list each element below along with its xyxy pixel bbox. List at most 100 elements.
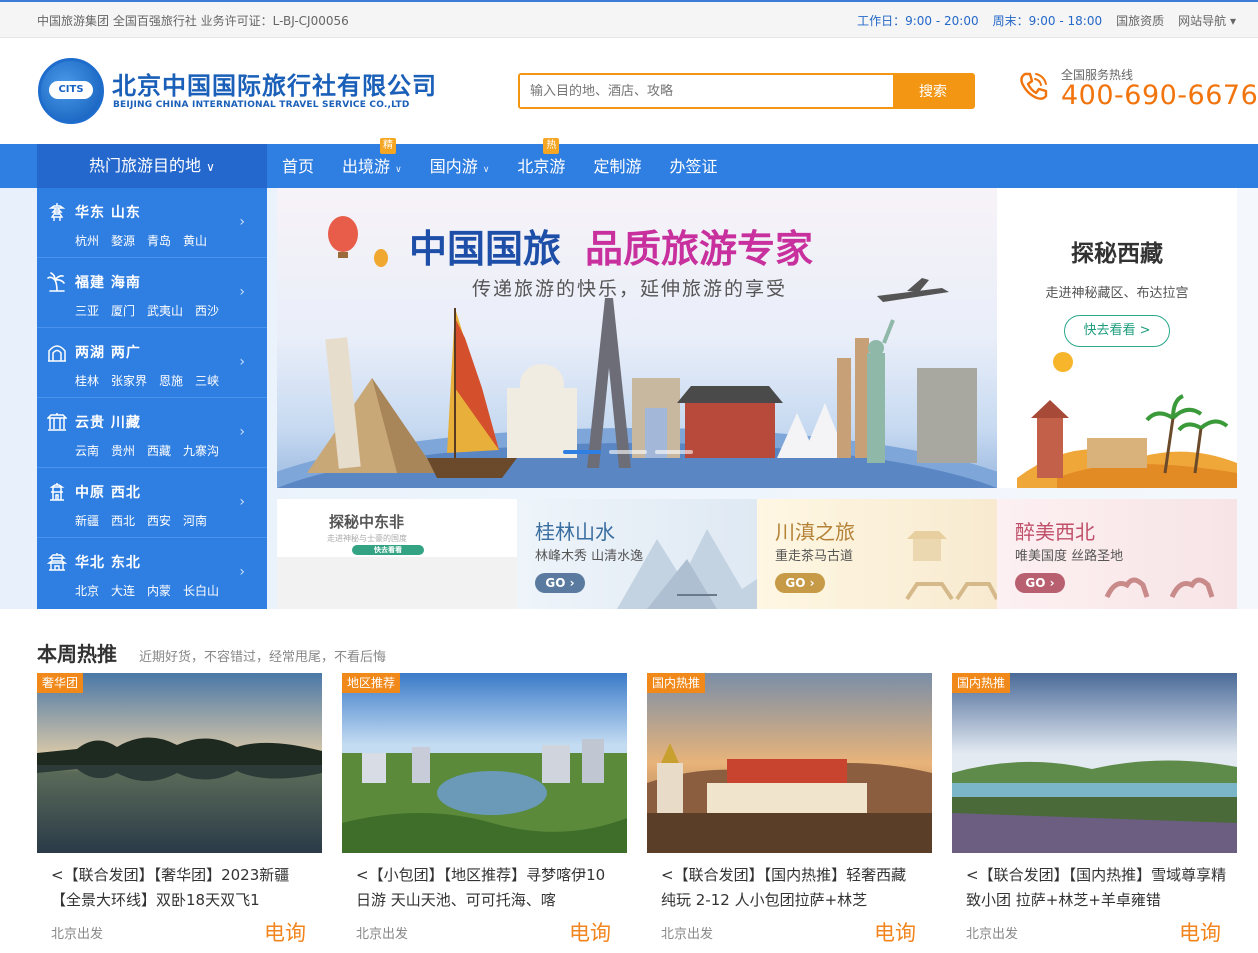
sidebar-sub-link[interactable]: 张家界 [111,372,147,389]
sidebar-subs: 北京 大连 内蒙 长白山 [75,582,219,599]
temple-icon [47,413,67,431]
site-nav-dropdown[interactable]: 网站导航 ▾ [1178,12,1236,29]
sidebar-sub-link[interactable]: 北京 [75,582,99,599]
sidebar-sub-link[interactable]: 九寨沟 [183,442,219,459]
sidebar-sub-link[interactable]: 武夷山 [147,302,183,319]
tour-price[interactable]: 电询 [264,917,306,947]
promo-banner-middle-east-africa[interactable]: 探秘中东非 走进神秘与士豪的国度 快去看看 [277,499,517,609]
site-nav-label: 网站导航 [1178,14,1227,28]
sidebar-sub-link[interactable]: 贵州 [111,442,135,459]
sidebar-item-hunan-guangdong[interactable]: 两湖 两广 桂林 张家界 恩施 三峡 › [37,328,267,398]
tour-card[interactable]: 国内热推 <【联合发团】【国内热推】轻奢西藏 纯玩 2-12 人小包团拉萨+林芝… [647,673,932,953]
tour-image[interactable] [342,673,627,853]
sidebar-sub-link[interactable]: 三亚 [75,302,99,319]
hero-banner[interactable]: 中国国旅 品质旅游专家 传递旅游的快乐，延伸旅游的享受 [277,188,997,488]
carousel-dot[interactable] [563,450,601,454]
sidebar-sub-link[interactable]: 西北 [111,512,135,529]
tour-card[interactable]: 国内热推 <【联合发团】【国内热推】雪域尊享精致小团 拉萨+林芝+羊卓雍错 北京… [952,673,1237,953]
qualification-link[interactable]: 国旅资质 [1116,12,1164,29]
carousel-dot[interactable] [609,450,647,454]
sidebar-sub-link[interactable]: 婺源 [111,232,135,249]
tour-image[interactable] [952,673,1237,853]
banner-headline: 中国国旅 品质旅游专家 [409,218,813,273]
tour-price[interactable]: 电询 [1179,917,1221,947]
tour-price[interactable]: 电询 [874,917,916,947]
nav-item-home[interactable]: 首页 [268,144,328,193]
company-logo[interactable]: CITS 北京中国国际旅行社有限公司 BEIJING CHINA INTERNA… [38,58,436,124]
promo-banner-northwest[interactable]: 醉美西北 唯美国度 丝路圣地 GO › [997,499,1237,609]
promo-banner-guilin[interactable]: 桂林山水 林峰木秀 山清水逸 GO › [517,499,757,609]
sidebar-sub-link[interactable]: 厦门 [111,302,135,319]
promo-go-button[interactable]: GO › [775,573,825,593]
chevron-right-icon: › [239,424,245,440]
tibet-promo-card[interactable]: 探秘西藏 走进神秘藏区、布达拉宫 快去看看 > [997,188,1237,488]
tour-badge: 国内热推 [952,673,1011,693]
sidebar-sub-link[interactable]: 西沙 [195,302,219,319]
potala-palace-photo [647,673,932,853]
sidebar-sub-link[interactable]: 黄山 [183,232,207,249]
tour-badge: 国内热推 [647,673,706,693]
tour-title[interactable]: <【联合发团】【奢华团】2023新疆【全景大环线】双卧18天双飞1 [51,863,313,913]
grassland-lake-photo [952,673,1237,853]
sidebar-sub-link[interactable]: 西藏 [147,442,171,459]
tour-departure: 北京出发 [356,927,409,942]
tour-departure: 北京出发 [51,927,104,942]
search-button[interactable]: 搜索 [893,75,973,107]
tour-card[interactable]: 奢华团 <【联合发团】【奢华团】2023新疆【全景大环线】双卧18天双飞1 北京… [37,673,322,953]
hot-destinations-toggle[interactable]: 热门旅游目的地 ∨ [37,144,267,188]
tibet-view-button[interactable]: 快去看看 > [1064,315,1170,347]
promo-banner-sichuan-yunnan[interactable]: 川滇之旅 重走茶马古道 GO › [757,499,997,609]
sidebar-sub-link[interactable]: 杭州 [75,232,99,249]
sidebar-item-yungui-chuanzang[interactable]: 云贵 川藏 云南 贵州 西藏 九寨沟 › [37,398,267,468]
sidebar-item-east-shandong[interactable]: 华东 山东 杭州 婺源 青岛 黄山 › [37,188,267,258]
nav-item-custom[interactable]: 定制游 [579,144,655,193]
sidebar-item-title: 华东 山东 [75,205,141,221]
search-input[interactable] [520,75,893,107]
pagoda-icon [48,203,66,221]
palm-tree-icon [47,272,65,292]
tour-title[interactable]: <【联合发团】【国内热推】雪域尊享精致小团 拉萨+林芝+羊卓雍错 [966,863,1228,913]
sidebar-sub-link[interactable]: 新疆 [75,512,99,529]
chevron-down-icon: ∨ [482,165,490,175]
nav-item-outbound[interactable]: 精出境游 ∨ [328,138,416,193]
sidebar-sub-link[interactable]: 三峡 [195,372,219,389]
phone-icon [1020,72,1048,100]
sidebar-sub-link[interactable]: 河南 [183,512,207,529]
nav-item-beijing[interactable]: 热北京游 [503,138,579,193]
sidebar-sub-link[interactable]: 西安 [147,512,171,529]
sidebar-item-title: 华北 东北 [75,555,141,571]
sidebar-sub-link[interactable]: 长白山 [183,582,219,599]
promo-go-button[interactable]: GO › [1015,573,1065,593]
promo-banner-title: 桂林山水 [535,520,615,544]
carousel-dot[interactable] [655,450,693,454]
promo-go-button[interactable]: GO › [535,573,585,593]
sidebar-sub-link[interactable]: 云南 [75,442,99,459]
sidebar-item-title: 中原 西北 [75,485,141,501]
sidebar-sub-link[interactable]: 恩施 [159,372,183,389]
tour-title[interactable]: <【联合发团】【国内热推】轻奢西藏 纯玩 2-12 人小包团拉萨+林芝 [661,863,923,913]
nav-item-label: 北京游 [517,157,566,176]
tour-card[interactable]: 地区推荐 <【小包团】【地区推荐】寻梦喀伊10日游 天山天池、可可托海、喀 北京… [342,673,627,953]
sidebar-sub-link[interactable]: 大连 [111,582,135,599]
sidebar-sub-link[interactable]: 青岛 [147,232,171,249]
nav-item-domestic[interactable]: 国内游 ∨ [416,144,504,193]
tour-image[interactable] [37,673,322,853]
sidebar-subs: 三亚 厦门 武夷山 西沙 [75,302,219,319]
tour-price[interactable]: 电询 [569,917,611,947]
tour-title[interactable]: <【小包团】【地区推荐】寻梦喀伊10日游 天山天池、可可托海、喀 [356,863,618,913]
weekend-hours: 周末：9:00 - 18:00 [992,14,1103,28]
main-nav: 热门旅游目的地 ∨ 首页 精出境游 ∨ 国内游 ∨ 热北京游 定制游 办签证 [0,138,1258,188]
sidebar-sub-link[interactable]: 内蒙 [147,582,171,599]
sidebar-item-zhongyuan-northwest[interactable]: 中原 西北 新疆 西北 西安 河南 › [37,468,267,538]
nav-item-visa[interactable]: 办签证 [655,144,731,193]
sidebar-item-north-northeast[interactable]: 华北 东北 北京 大连 内蒙 长白山 › [37,538,267,608]
nav-tag-badge: 精 [380,138,397,154]
city-park-photo [342,673,627,853]
sidebar-sub-link[interactable]: 桂林 [75,372,99,389]
tibet-subtitle: 走进神秘藏区、布达拉宫 [1045,286,1189,301]
promo-go-button[interactable]: 快去看看 [352,545,424,555]
sidebar-item-fujian-hainan[interactable]: 福建 海南 三亚 厦门 武夷山 西沙 › [37,258,267,328]
company-name-cn: 北京中国国际旅行社有限公司 [112,72,437,100]
promo-banner-subtitle: 唯美国度 丝路圣地 [1015,549,1124,564]
tour-image[interactable] [647,673,932,853]
